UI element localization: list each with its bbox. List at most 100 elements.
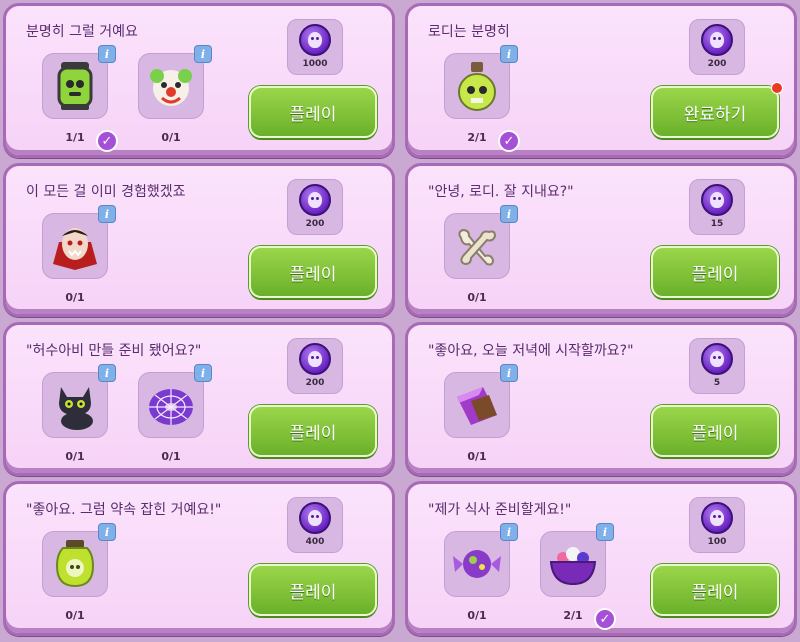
- vampire-mask-icon: [42, 213, 108, 279]
- coin-icon: [299, 184, 331, 216]
- item-count: 0/1: [467, 609, 487, 622]
- coin-icon: [701, 343, 733, 375]
- reward-amount: 200: [305, 219, 325, 229]
- coin-icon: [701, 24, 733, 56]
- quest-card: 분명히 그럴 거예요 i ✓ 1/1 i 0/1 1000 플레이: [3, 3, 395, 158]
- reward-box: 15: [689, 179, 745, 235]
- quest-items: i ✓ 1/1 i 0/1: [42, 45, 212, 152]
- info-icon[interactable]: i: [500, 205, 518, 223]
- quest-card: 이 모든 걸 이미 경험했겠죠 i 0/1 200 플레이: [3, 163, 395, 317]
- reward-box: 200: [287, 179, 343, 235]
- candy-bar-icon: [444, 372, 510, 438]
- info-icon[interactable]: i: [596, 523, 614, 541]
- quest-title: "안녕, 로디. 잘 지내요?": [428, 184, 574, 200]
- check-icon: ✓: [498, 130, 520, 152]
- skull-potion-icon: [444, 53, 510, 119]
- play-button[interactable]: 플레이: [249, 246, 377, 298]
- coin-icon: [299, 343, 331, 375]
- quest-title: 이 모든 걸 이미 경험했겠죠: [26, 184, 186, 200]
- quest-item[interactable]: i 0/1: [444, 364, 518, 463]
- item-count: 0/1: [161, 131, 181, 144]
- item-count: 0/1: [467, 291, 487, 304]
- info-icon[interactable]: i: [194, 45, 212, 63]
- quest-title: 로디는 분명히: [428, 24, 510, 40]
- candy-bowl-icon: [540, 531, 606, 597]
- reward-box: 100: [689, 497, 745, 553]
- coin-icon: [701, 502, 733, 534]
- reward-amount: 200: [707, 59, 727, 69]
- play-button[interactable]: 플레이: [651, 246, 779, 298]
- play-button[interactable]: 플레이: [651, 564, 779, 616]
- quest-card: "안녕, 로디. 잘 지내요?" i 0/1 15 플레이: [405, 163, 797, 317]
- item-count: 0/1: [161, 450, 181, 463]
- coin-icon: [701, 184, 733, 216]
- black-cat-icon: [42, 372, 108, 438]
- quest-item[interactable]: i 0/1: [42, 205, 116, 304]
- info-icon[interactable]: i: [98, 205, 116, 223]
- quest-items: i 0/1 i 0/1: [42, 364, 212, 463]
- quest-items: i ✓ 2/1: [444, 45, 520, 152]
- quest-item[interactable]: i 0/1: [42, 523, 116, 622]
- wrapped-candy-icon: [444, 531, 510, 597]
- coin-icon: [299, 24, 331, 56]
- quest-items: i 0/1: [444, 364, 518, 463]
- reward-amount: 200: [305, 378, 325, 388]
- quest-card: 로디는 분명히 i ✓ 2/1 200 완료하기: [405, 3, 797, 158]
- quest-item[interactable]: i 0/1: [444, 523, 518, 622]
- bone-icon: [444, 213, 510, 279]
- quest-title: 분명히 그럴 거예요: [26, 24, 138, 40]
- quest-card: "좋아요. 그럼 약속 잡힌 거예요!" i 0/1 400 플레이: [3, 481, 395, 636]
- complete-button-label: 완료하기: [683, 104, 747, 125]
- complete-button[interactable]: 완료하기: [651, 82, 783, 138]
- play-button[interactable]: 플레이: [249, 564, 377, 616]
- quest-item[interactable]: i 0/1: [138, 45, 212, 144]
- play-button[interactable]: 플레이: [249, 405, 377, 457]
- quest-title: "제가 식사 준비할게요!": [428, 502, 572, 518]
- play-button[interactable]: 플레이: [249, 86, 377, 138]
- reward-box: 5: [689, 338, 745, 394]
- item-count: 0/1: [65, 450, 85, 463]
- info-icon[interactable]: i: [98, 364, 116, 382]
- quest-title: "좋아요, 오늘 저녁에 시작할까요?": [428, 343, 634, 359]
- skull-jar-icon: [42, 531, 108, 597]
- coin-icon: [299, 502, 331, 534]
- quest-item[interactable]: i 0/1: [138, 364, 212, 463]
- quest-grid: 분명히 그럴 거예요 i ✓ 1/1 i 0/1 1000 플레이 로디는 분명…: [3, 3, 797, 639]
- quest-item[interactable]: i ✓ 1/1: [42, 45, 118, 152]
- reward-box: 200: [689, 19, 745, 75]
- quest-item[interactable]: i ✓ 2/1: [444, 45, 520, 152]
- info-icon[interactable]: i: [194, 364, 212, 382]
- reward-box: 1000: [287, 19, 343, 75]
- reward-box: 200: [287, 338, 343, 394]
- reward-amount: 1000: [302, 59, 328, 69]
- info-icon[interactable]: i: [500, 364, 518, 382]
- reward-amount: 400: [305, 537, 325, 547]
- info-icon[interactable]: i: [98, 45, 116, 63]
- item-count: 0/1: [467, 450, 487, 463]
- notification-dot: [771, 82, 783, 94]
- quest-title: "허수아비 만들 준비 됐어요?": [26, 343, 202, 359]
- reward-amount: 100: [707, 537, 727, 547]
- reward-amount: 15: [710, 219, 724, 229]
- green-monster-jar-icon: [42, 53, 108, 119]
- spiderweb-donut-icon: [138, 372, 204, 438]
- item-count: 0/1: [65, 609, 85, 622]
- info-icon[interactable]: i: [98, 523, 116, 541]
- quest-item[interactable]: i 0/1: [42, 364, 116, 463]
- check-icon: ✓: [96, 130, 118, 152]
- quest-items: i 0/1: [42, 523, 116, 622]
- quest-item[interactable]: i 0/1: [444, 205, 518, 304]
- quest-card: "좋아요, 오늘 저녁에 시작할까요?" i 0/1 5 플레이: [405, 322, 797, 476]
- quest-title: "좋아요. 그럼 약속 잡힌 거예요!": [26, 502, 222, 518]
- info-icon[interactable]: i: [500, 45, 518, 63]
- quest-items: i 0/1: [42, 205, 116, 304]
- play-button[interactable]: 플레이: [651, 405, 779, 457]
- check-icon: ✓: [594, 608, 616, 630]
- clown-mask-icon: [138, 53, 204, 119]
- quest-item[interactable]: i ✓ 2/1: [540, 523, 616, 630]
- reward-box: 400: [287, 497, 343, 553]
- quest-items: i 0/1: [444, 205, 518, 304]
- info-icon[interactable]: i: [500, 523, 518, 541]
- reward-amount: 5: [713, 378, 721, 388]
- item-count: 0/1: [65, 291, 85, 304]
